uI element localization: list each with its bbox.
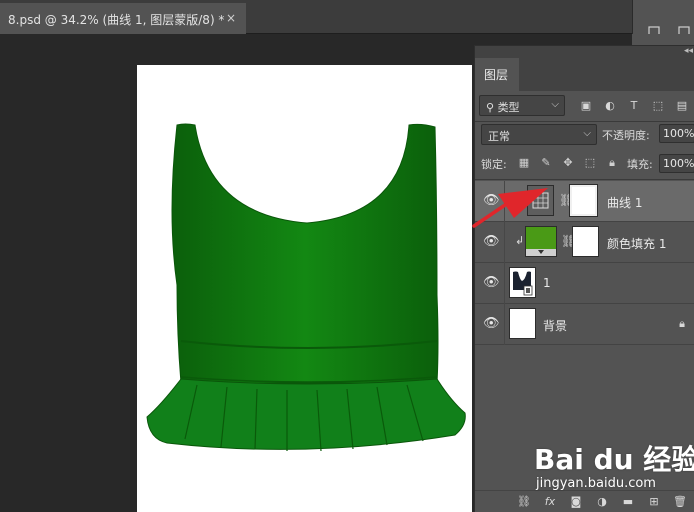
layer-name[interactable]: 背景 [543,317,567,334]
lock-paint-icon[interactable]: ✎ [539,156,553,170]
layer-name[interactable]: 1 [543,276,551,290]
layer-row-1[interactable]: 👁︎ 1 [475,263,694,304]
layers-panel-footer: ⛓︎ fx ◙ ◑ ▬ ⊞ 🗑︎ [475,490,694,512]
fill-label: 填充: [627,158,653,171]
shape-filter-icon[interactable]: ⬚ [651,99,665,113]
document-tab-title: 8.psd @ 34.2% (曲线 1, 图层蒙版/8) * [8,13,225,27]
visibility-column: 👁︎ [475,222,505,263]
visibility-column: 👁︎ [475,263,505,304]
layer-mask-thumbnail[interactable] [572,226,599,257]
divider [475,179,694,180]
layer-row-color-fill-1[interactable]: 👁︎ ↲ ⛓︎ 颜色填充 1 [475,222,694,263]
opacity-label: 不透明度: [602,129,650,142]
document-tab[interactable]: 8.psd @ 34.2% (曲线 1, 图层蒙版/8) * × [0,3,246,34]
photoshop-window: 8.psd @ 34.2% (曲线 1, 图层蒙版/8) * × 图层 ◂◂ ⚲… [0,0,694,512]
layer-row-background[interactable]: 👁︎ 背景 🔒︎ [475,304,694,345]
smart-object-filter-icon[interactable]: ▤ [675,99,689,113]
curves-adjustment-thumbnail [527,185,554,216]
adjustment-icon[interactable]: ◑ [595,495,609,509]
clipping-arrow-icon: ↲ [515,193,525,206]
eye-icon[interactable]: 👁︎ [483,316,500,332]
pixel-filter-icon[interactable]: ▣ [579,99,593,113]
type-filter-icon[interactable]: T [627,99,641,113]
fill-swatch-icon [526,249,556,256]
adjustment-filter-icon[interactable]: ◐ [603,99,617,113]
lock-artboard-icon[interactable]: ⬚ [583,156,597,170]
layers-panel: 图层 ◂◂ ⚲ 类型 ⌵ ▣ ◐ T ⬚ ▤ 正常 ⌵ 不透明度: 100% 锁… [474,45,694,512]
add-mask-icon[interactable]: ◙ [569,495,583,509]
filter-kind-value: 类型 [497,101,520,114]
blend-mode-select[interactable]: 正常 ⌵ [481,124,597,145]
eye-icon[interactable]: 👁︎ [483,193,500,209]
divider [475,121,694,122]
lock-label: 锁定: [481,158,507,171]
layer-mask-thumbnail[interactable] [569,184,598,217]
layers-panel-header: 图层 ◂◂ [475,46,694,91]
eye-icon[interactable]: 👁︎ [483,275,500,291]
eye-icon[interactable]: 👁︎ [483,234,500,250]
curves-icon [532,192,549,209]
lock-row: 锁定: ▦ ✎ ✥ ⬚ 🔒︎ 填充: 100% [475,152,694,176]
trash-icon[interactable]: 🗑︎ [673,495,687,509]
green-crop-top-image [146,123,466,452]
layer-filter-row: ⚲ 类型 ⌵ ▣ ◐ T ⬚ ▤ [475,92,694,120]
blend-mode-value: 正常 [488,130,510,143]
chevron-down-icon: ⌵ [583,128,591,139]
filter-kind-select[interactable]: ⚲ 类型 ⌵ [479,95,565,116]
layer-row-curves-1[interactable]: 👁︎ ↲ ⛓︎ 曲线 1 [475,181,694,222]
fx-icon[interactable]: fx [543,495,557,509]
blend-row: 正常 ⌵ 不透明度: 100% [475,123,694,147]
lock-icon[interactable]: 🔒︎ [679,317,685,331]
lock-position-icon[interactable]: ✥ [561,156,575,170]
search-icon: ⚲ [486,101,498,114]
layer-name[interactable]: 颜色填充 1 [607,235,666,252]
lock-all-icon[interactable]: 🔒︎ [605,156,619,170]
close-icon[interactable]: × [226,11,236,25]
color-fill-thumbnail [525,226,557,257]
group-folder-icon[interactable]: ▬ [621,495,635,509]
panel-dock-icons [648,26,690,36]
link-icon[interactable]: ⛓︎ [517,495,531,509]
fill-input[interactable]: 100% [659,154,694,173]
collapsed-panel-dock [632,0,694,36]
visibility-column: 👁︎ [475,304,505,345]
garment-thumbnail-icon [513,271,533,296]
layer-thumbnail [509,267,536,298]
lock-transparency-icon[interactable]: ▦ [517,156,531,170]
layer-name[interactable]: 曲线 1 [607,194,642,211]
document-tab-bar: 8.psd @ 34.2% (曲线 1, 图层蒙版/8) * × [0,0,694,36]
visibility-column: 👁︎ [475,181,505,222]
document-canvas[interactable] [137,65,472,512]
opacity-input[interactable]: 100% [659,124,694,143]
chevron-down-icon: ⌵ [551,99,559,110]
new-layer-icon[interactable]: ⊞ [647,495,661,509]
clipping-arrow-icon: ↲ [515,234,525,247]
tab-layers[interactable]: 图层 [475,58,519,91]
collapse-panel-icon[interactable]: ◂◂ [684,46,693,56]
layer-thumbnail [509,308,536,339]
